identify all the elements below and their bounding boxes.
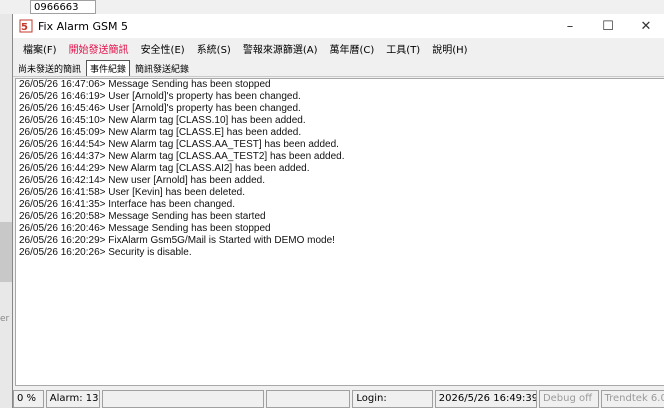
status-alarm-count: Alarm: 13 [45,390,101,408]
status-datetime: 2026/5/26 16:49:39 [434,390,537,408]
background-panel-strip [0,222,12,282]
menu-security[interactable]: 安全性(E) [135,41,191,56]
menu-file[interactable]: 檔案(F) [17,41,63,56]
menu-system[interactable]: 系統(S) [191,41,237,56]
log-line[interactable]: 26/05/26 16:44:37> New Alarm tag [CLASS.… [16,151,664,163]
background-partial-label: er [0,314,10,324]
tab-bar: 尚未發送的簡訊 事件紀錄 簡訊發送紀錄 [13,58,664,77]
status-bar: 0 % Alarm: 13 Login: 2026/5/26 16:49:39 … [13,390,664,408]
menu-help[interactable]: 說明(H) [426,41,473,56]
log-line[interactable]: 26/05/26 16:44:54> New Alarm tag [CLASS.… [16,139,664,151]
log-line[interactable]: 26/05/26 16:45:10> New Alarm tag [CLASS.… [16,115,664,127]
tab-sms-sent-log[interactable]: 簡訊發送紀錄 [132,61,192,76]
svg-text:5: 5 [21,22,28,33]
status-progress: 0 % [13,390,44,408]
log-line[interactable]: 26/05/26 16:20:58> Message Sending has b… [16,211,664,223]
log-line[interactable]: 26/05/26 16:45:09> New Alarm tag [CLASS.… [16,127,664,139]
minimize-button[interactable]: – [551,14,589,38]
maximize-button[interactable]: ☐ [589,14,627,38]
status-debug: Debug off [538,390,599,408]
event-log-list[interactable]: 26/05/26 16:47:06> Message Sending has b… [15,78,664,386]
status-panel-empty [102,390,265,408]
status-login: Login: [352,390,433,408]
menu-calendar[interactable]: 萬年曆(C) [324,41,381,56]
log-line[interactable]: 26/05/26 16:41:35> Interface has been ch… [16,199,664,211]
main-window: 5 Fix Alarm GSM 5 – ☐ ✕ 檔案(F) 開始發送簡訊 安全性… [12,14,664,408]
app-icon: 5 [19,19,33,33]
close-button[interactable]: ✕ [627,14,664,38]
status-panel-empty [266,390,351,408]
window-title: Fix Alarm GSM 5 [38,19,128,33]
menu-alarm-filter[interactable]: 警報來源篩選(A) [237,41,324,56]
log-line[interactable]: 26/05/26 16:42:14> New user [Arnold] has… [16,175,664,187]
log-line[interactable]: 26/05/26 16:44:29> New Alarm tag [CLASS.… [16,163,664,175]
log-line[interactable]: 26/05/26 16:20:26> Security is disable. [16,247,664,259]
tab-event-log[interactable]: 事件紀錄 [86,60,131,76]
tab-unsent-sms[interactable]: 尚未發送的簡訊 [15,61,84,76]
background-input-field[interactable]: 0966663 [30,0,96,14]
title-bar[interactable]: 5 Fix Alarm GSM 5 – ☐ ✕ [13,14,664,38]
log-line[interactable]: 26/05/26 16:45:46> User [Arnold]'s prope… [16,103,664,115]
menu-tools[interactable]: 工具(T) [380,41,426,56]
log-line[interactable]: 26/05/26 16:20:46> Message Sending has b… [16,223,664,235]
menu-bar: 檔案(F) 開始發送簡訊 安全性(E) 系統(S) 警報來源篩選(A) 萬年曆(… [13,38,664,58]
log-line[interactable]: 26/05/26 16:47:06> Message Sending has b… [16,79,664,91]
status-vendor: Trendtek 6.0 [600,390,664,408]
log-line[interactable]: 26/05/26 16:41:58> User [Kevin] has been… [16,187,664,199]
menu-start-sms[interactable]: 開始發送簡訊 [63,41,135,56]
log-line[interactable]: 26/05/26 16:46:19> User [Arnold]'s prope… [16,91,664,103]
log-line[interactable]: 26/05/26 16:20:29> FixAlarm Gsm5G/Mail i… [16,235,664,247]
background-window-edge: er [0,14,12,408]
